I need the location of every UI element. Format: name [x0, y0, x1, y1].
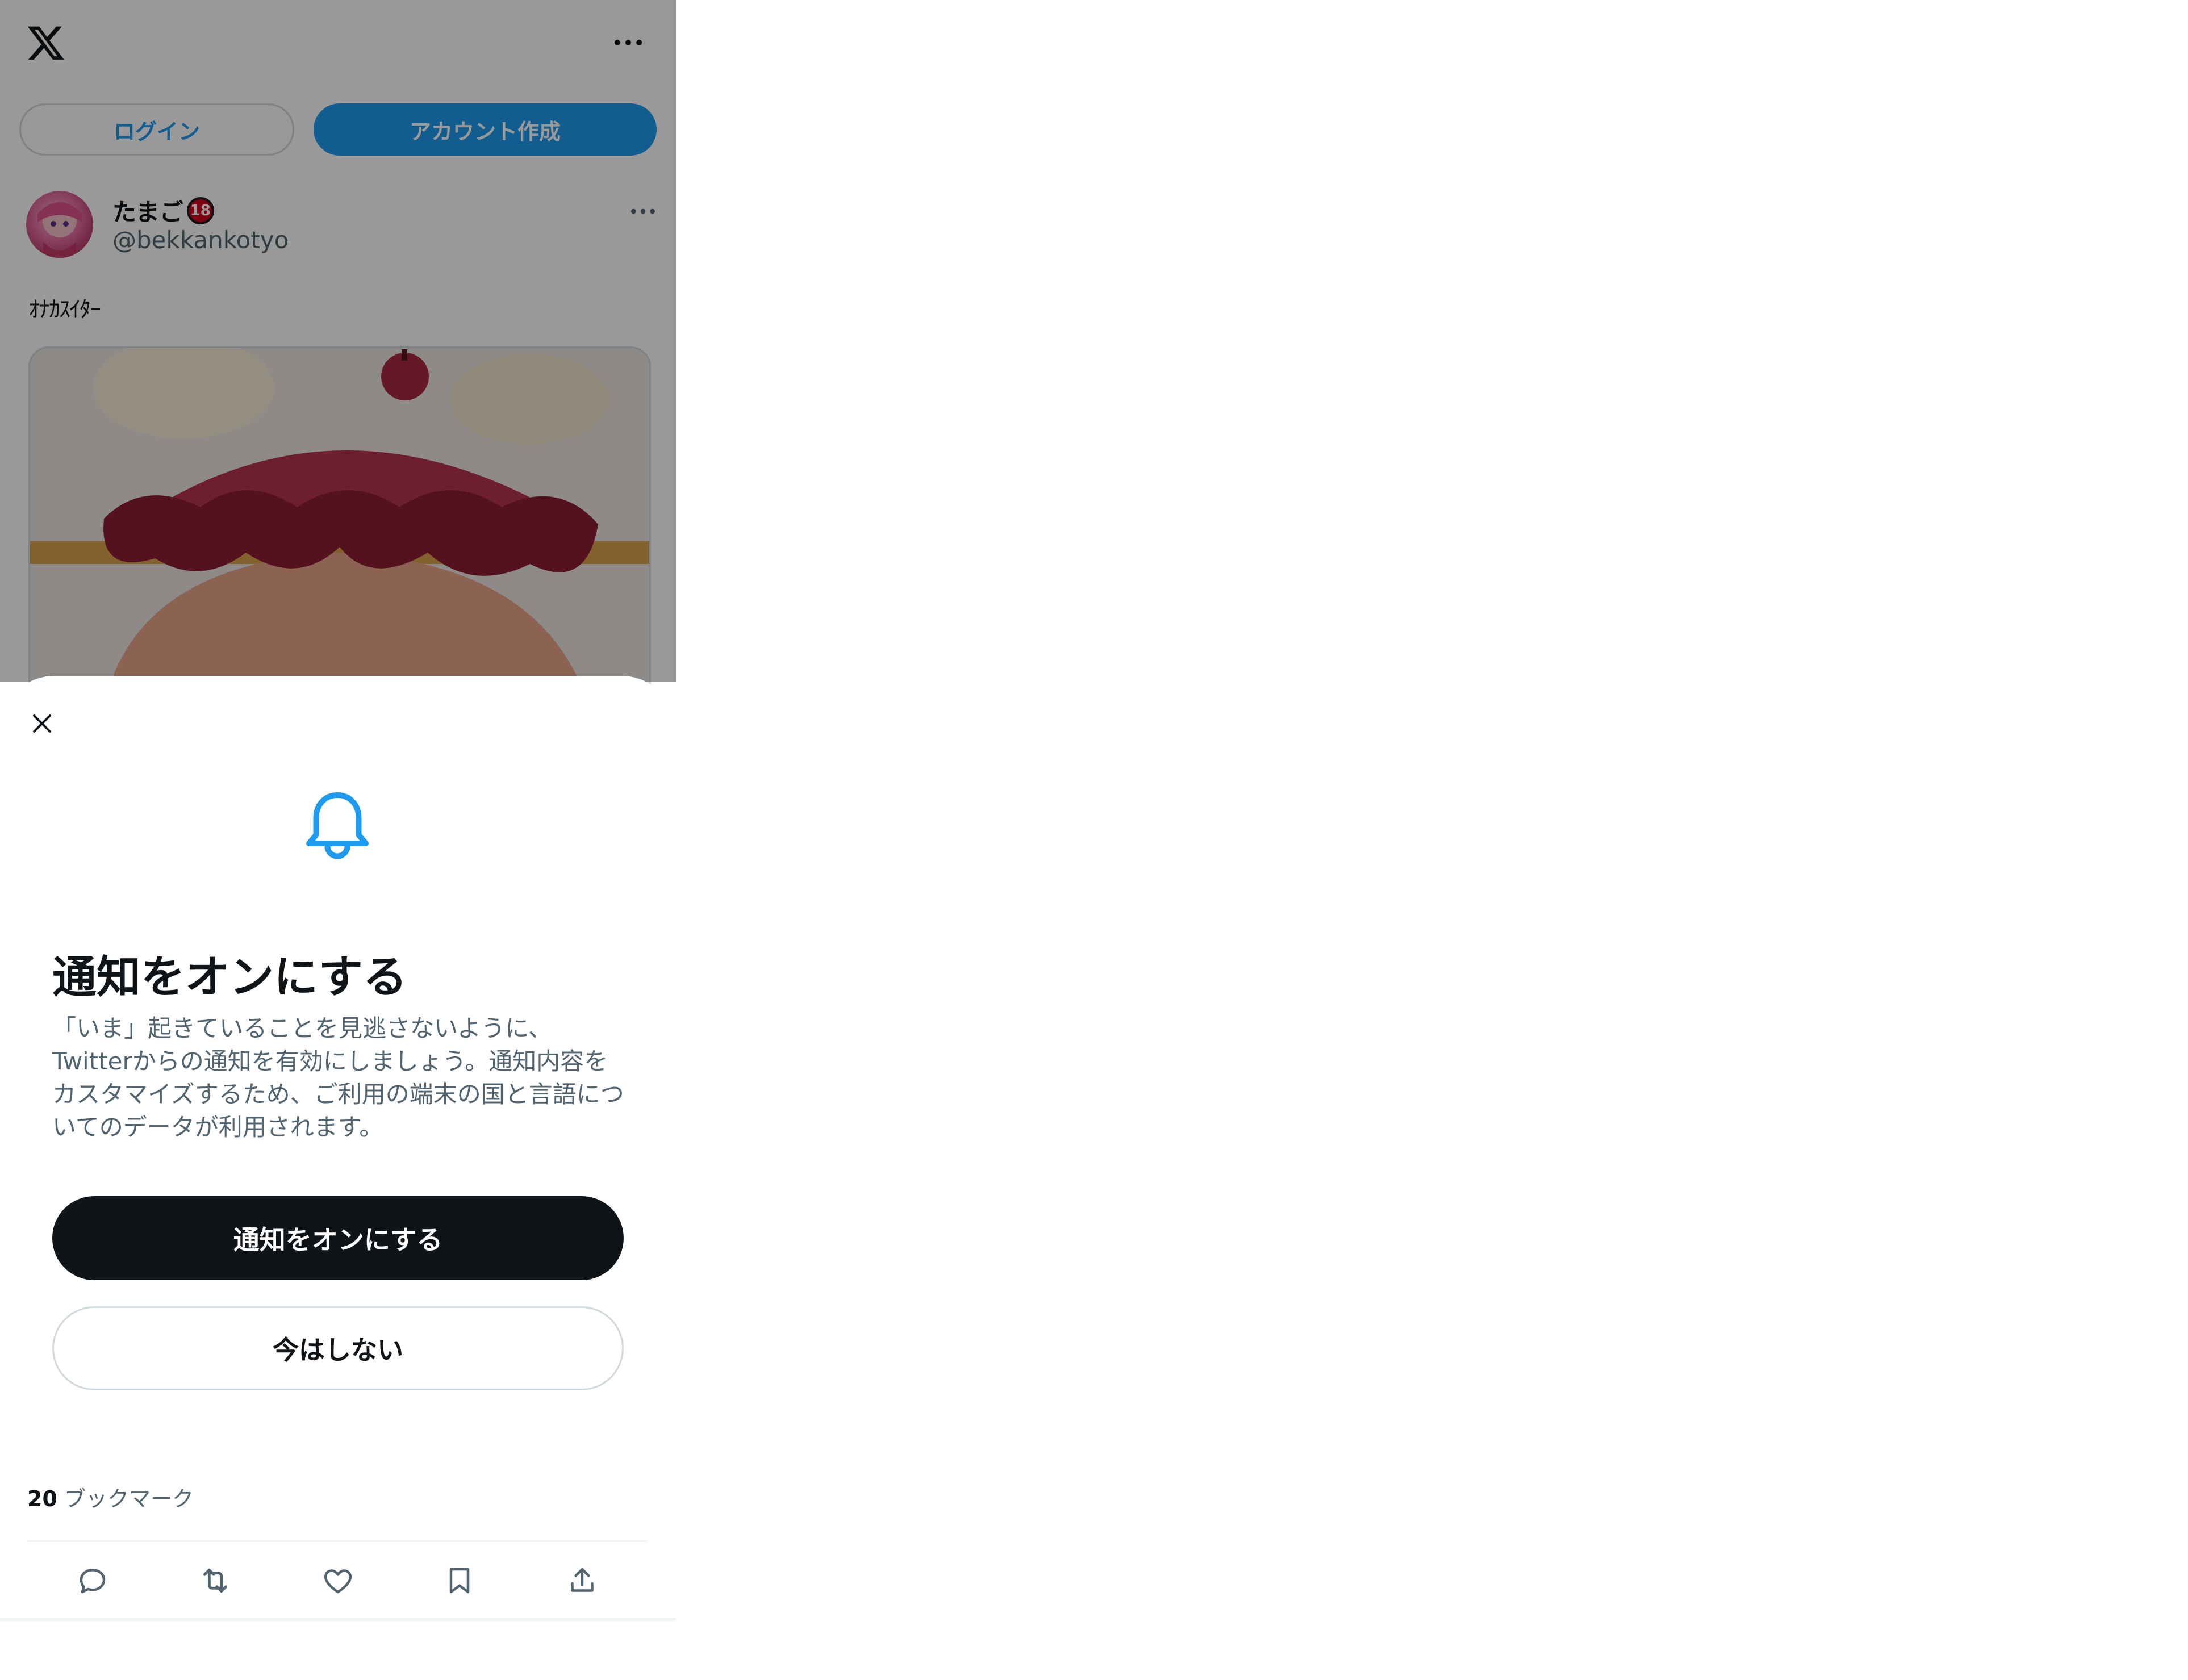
enable-notifications-button[interactable]: 通知をオンにする: [52, 1196, 624, 1280]
bookmark-count-label: ブックマーク: [64, 1486, 194, 1511]
reply-icon: [80, 1569, 106, 1594]
retweet-button[interactable]: [195, 1561, 235, 1600]
bookmark-button[interactable]: [440, 1561, 479, 1600]
like-button[interactable]: [318, 1561, 358, 1600]
bookmark-icon: [449, 1568, 470, 1594]
close-button[interactable]: [25, 707, 59, 741]
retweet-icon: [203, 1568, 228, 1593]
divider: [27, 1540, 648, 1542]
tweet-actions: [0, 1551, 676, 1613]
screen: ログイン アカウント作成 たまご 18 @bekkankotyo ｵﾅｶｽｲﾀｰ…: [0, 0, 2188, 1680]
mobile-viewport: ログイン アカウント作成 たまご 18 @bekkankotyo ｵﾅｶｽｲﾀｰ…: [0, 0, 676, 1623]
bell-icon: [306, 792, 369, 859]
not-now-button[interactable]: 今はしない: [52, 1306, 624, 1390]
reply-button[interactable]: [73, 1561, 112, 1600]
share-button[interactable]: [562, 1561, 602, 1600]
share-icon: [571, 1568, 594, 1592]
like-icon: [324, 1569, 352, 1594]
bookmark-count-number: 20: [27, 1486, 57, 1511]
sheet-title: 通知をオンにする: [52, 952, 407, 1003]
notification-prompt-sheet: 通知をオンにする 「いま」起きていることを見逃さないように、Twitterからの…: [0, 676, 676, 1488]
divider: [0, 1618, 676, 1621]
close-icon: [33, 714, 51, 733]
modal-backdrop[interactable]: [0, 0, 676, 682]
sheet-description: 「いま」起きていることを見逃さないように、Twitterからの通知を有効にしまし…: [52, 1014, 624, 1141]
